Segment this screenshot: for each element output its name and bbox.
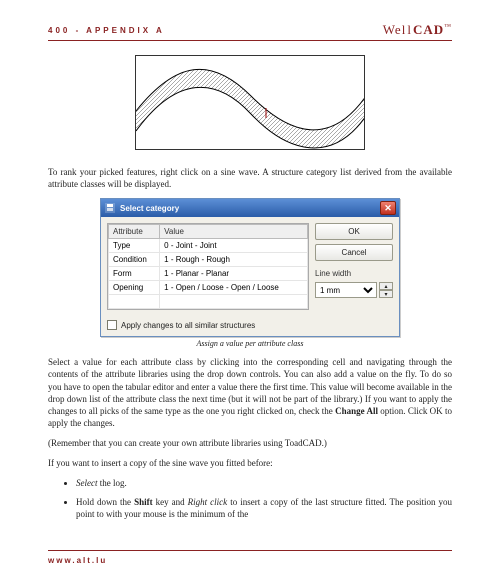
brand-tm: ™ [444,23,452,31]
chevron-up-icon: ▴ [384,283,387,290]
brand-pre: Wel [383,22,407,37]
dialog-icon [104,202,116,214]
brand-sep: l [406,22,413,37]
brand-logo: WellCAD™ [383,22,452,38]
table-row[interactable]: Type0 - Joint - Joint [109,239,308,253]
bullet2-rightclick: Right click [188,497,228,507]
bullet1-rest: the log. [98,478,127,488]
apply-all-label: Apply changes to all similar structures [121,321,255,330]
cell-attr[interactable]: Form [109,267,160,281]
cell-attr[interactable]: Opening [109,281,160,295]
cell-val[interactable]: 1 - Rough - Rough [160,253,308,267]
cancel-button[interactable]: Cancel [315,244,393,261]
table-row[interactable]: Condition1 - Rough - Rough [109,253,308,267]
close-icon: ✕ [384,203,392,214]
paragraph-remember: (Remember that you can create your own a… [48,437,452,449]
cell-val[interactable]: 0 - Joint - Joint [160,239,308,253]
footer-bar: www.alt.lu [48,550,452,565]
bullet2-mid: key and [153,497,188,507]
table-row [109,295,308,309]
bullet2-pre: Hold down the [76,497,134,507]
dialog-title: Select category [120,204,179,213]
apply-all-checkbox[interactable] [107,320,117,330]
list-item: Hold down the Shift key and Right click … [76,496,452,520]
paragraph-insert-copy: If you want to insert a copy of the sine… [48,457,452,469]
bullet1-italic: Select [76,478,98,488]
close-button[interactable]: ✕ [380,201,396,215]
sine-wave-figure [135,55,365,150]
footer-url: www.alt.lu [48,556,107,565]
dialog-side-column: OK Cancel Line width 1 mm ▴ ▾ [315,223,393,310]
table-row[interactable]: Form1 - Planar - Planar [109,267,308,281]
figure-caption: Assign a value per attribute class [48,339,452,348]
linewidth-select[interactable]: 1 mm [315,282,377,298]
col-value[interactable]: Value [160,225,308,239]
attribute-table[interactable]: Attribute Value Type0 - Joint - Joint Co… [107,223,309,310]
bullet2-shift: Shift [134,497,153,507]
cell-attr[interactable]: Condition [109,253,160,267]
cell-val[interactable]: 1 - Open / Loose - Open / Loose [160,281,308,295]
spin-up-button[interactable]: ▴ [379,282,393,290]
cell-val[interactable]: 1 - Planar - Planar [160,267,308,281]
chevron-down-icon: ▾ [384,291,387,298]
col-attribute[interactable]: Attribute [109,225,160,239]
paragraph-select-value: Select a value for each attribute class … [48,356,452,429]
brand-post: CAD [413,22,444,37]
dialog-titlebar: Select category ✕ [101,199,399,217]
bullet-list: Select the log. Hold down the Shift key … [76,477,452,519]
table-row[interactable]: Opening1 - Open / Loose - Open / Loose [109,281,308,295]
ok-button[interactable]: OK [315,223,393,240]
paragraph-intro: To rank your picked features, right clic… [48,166,452,190]
spin-down-button[interactable]: ▾ [379,290,393,298]
header-left: 400 - APPENDIX A [48,26,165,35]
change-all-bold: Change All [335,406,378,416]
table-header-row: Attribute Value [109,225,308,239]
cell-attr[interactable]: Type [109,239,160,253]
linewidth-label: Line width [315,269,393,278]
list-item: Select the log. [76,477,452,489]
header-bar: 400 - APPENDIX A WellCAD™ [48,22,452,41]
select-category-dialog: Select category ✕ Attribute Value Type0 … [100,198,400,337]
